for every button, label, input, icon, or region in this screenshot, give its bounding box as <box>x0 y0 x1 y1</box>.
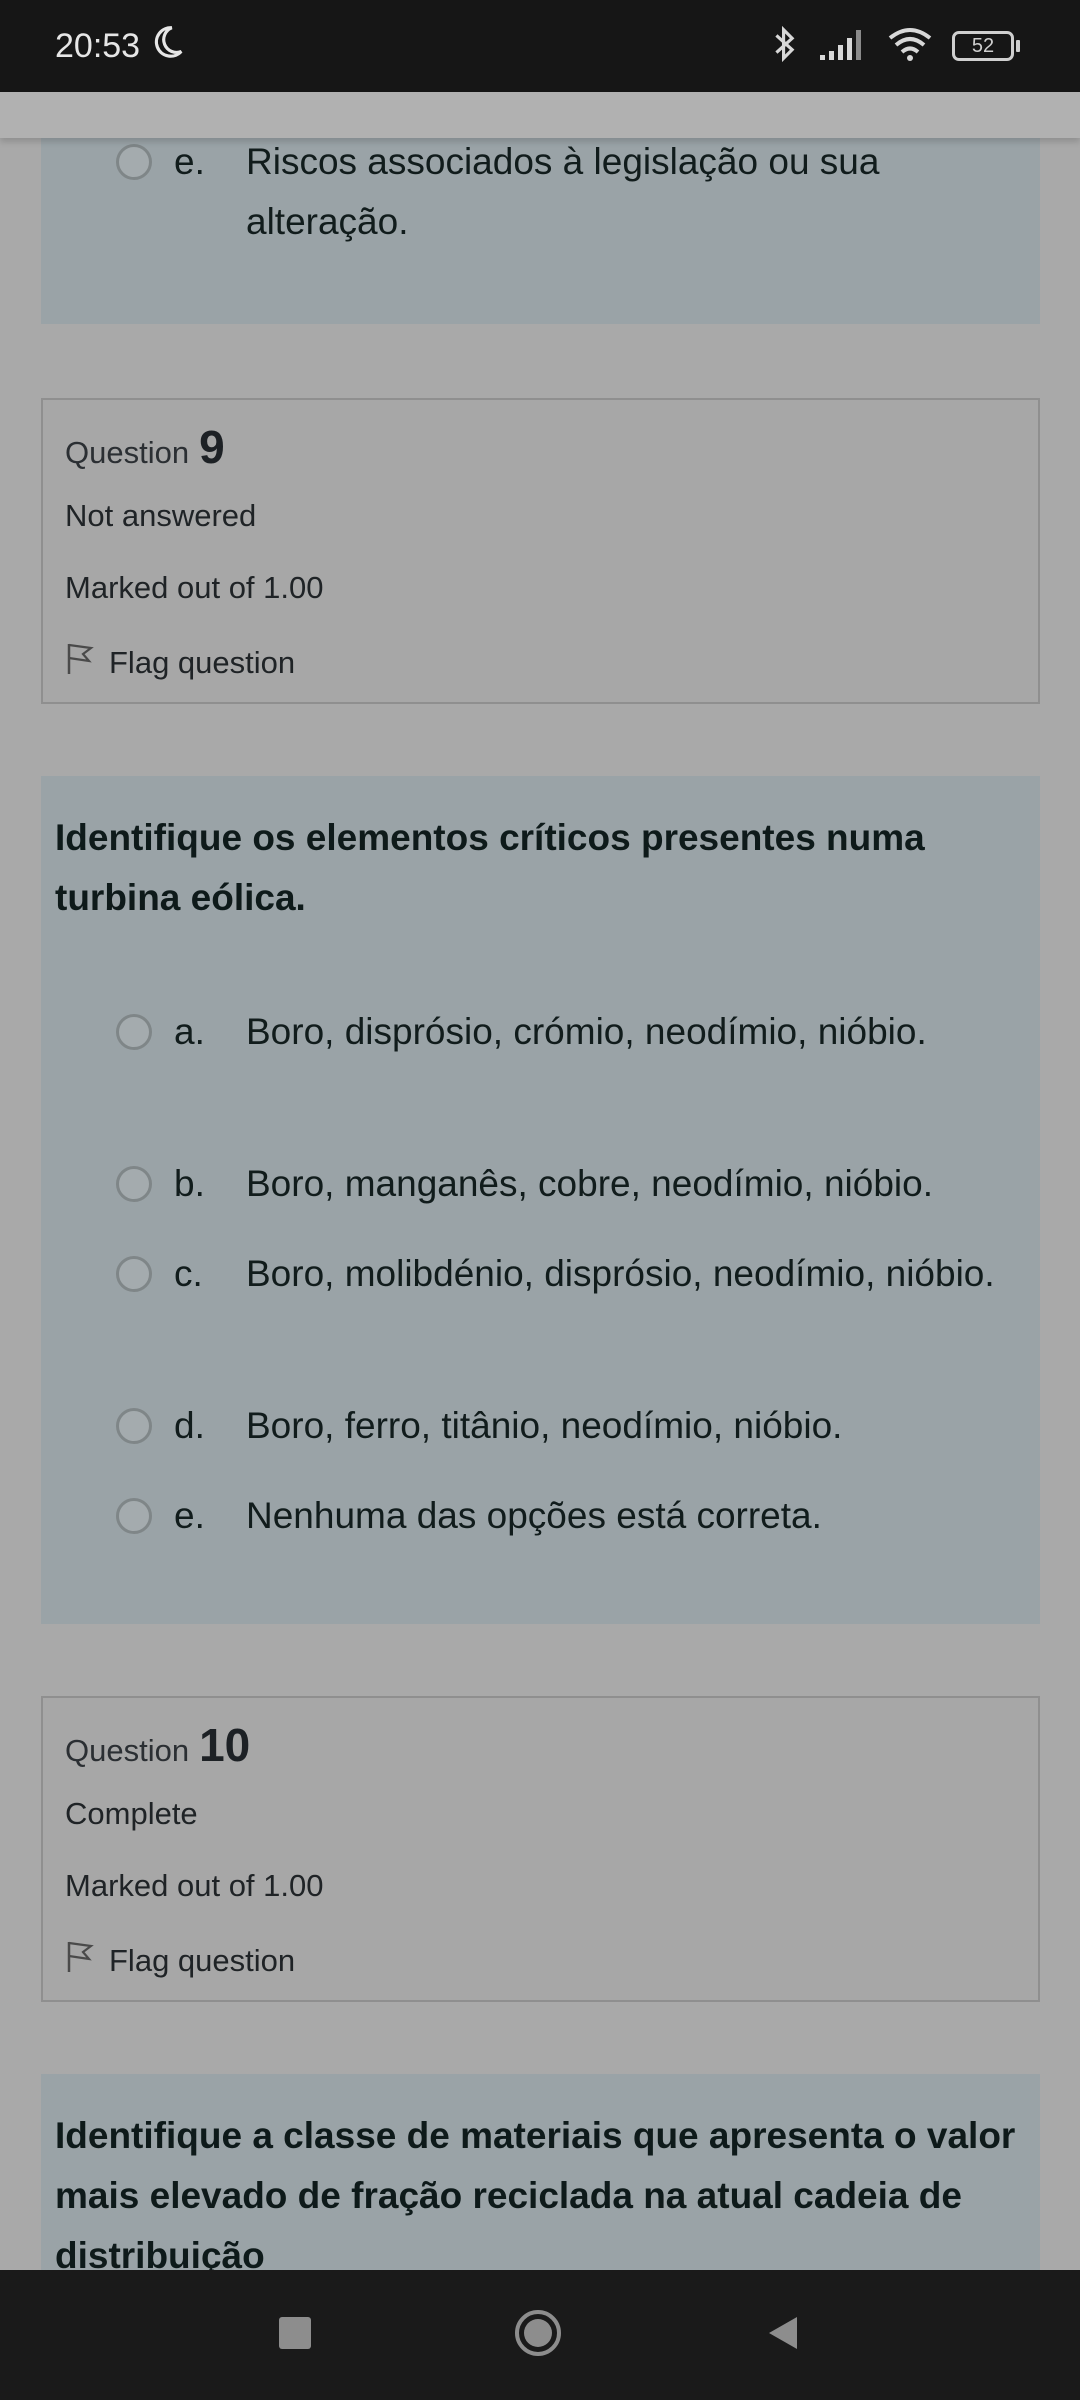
option-letter: c. <box>174 1253 203 1294</box>
radio-button[interactable] <box>116 1256 152 1292</box>
q9-option-e[interactable]: e. Nenhuma das opções está correta. <box>76 1486 1040 1546</box>
radio-button[interactable] <box>116 1166 152 1202</box>
option-text: Boro, ferro, titânio, neodímio, nióbio. <box>246 1405 843 1446</box>
q8-option-e[interactable]: e. Riscos associados à legislação ou sua… <box>76 132 1040 252</box>
q9-prompt: Identifique os elementos críticos presen… <box>55 817 925 918</box>
quiz-content[interactable]: e. Riscos associados à legislação ou sua… <box>0 92 1080 2270</box>
option-letter: b. <box>174 1163 205 1204</box>
radio-button[interactable] <box>116 1408 152 1444</box>
q9-option-a[interactable]: a. Boro, disprósio, crómio, neodímio, ni… <box>76 1002 1040 1062</box>
flag-question-link[interactable]: Flag question <box>65 642 1016 684</box>
bluetooth-icon <box>770 24 800 69</box>
option-letter: d. <box>174 1405 205 1446</box>
flag-label: Flag question <box>109 645 296 680</box>
app-header <box>0 92 1080 138</box>
flag-icon <box>65 1940 95 1982</box>
question-mark: Marked out of 1.00 <box>65 570 324 605</box>
radio-button[interactable] <box>116 1498 152 1534</box>
q9-info: Question 9 Not answered Marked out of 1.… <box>41 398 1040 704</box>
signal-icon <box>818 27 868 66</box>
question-label: Question <box>65 435 190 470</box>
question-state: Complete <box>65 1796 198 1831</box>
q9-option-d[interactable]: d. Boro, ferro, titânio, neodímio, nióbi… <box>76 1396 1040 1456</box>
recents-square-icon[interactable] <box>277 2315 313 2356</box>
option-text: Nenhuma das opções está correta. <box>246 1495 822 1536</box>
moon-icon <box>148 23 186 70</box>
wifi-icon <box>886 26 934 67</box>
system-nav-bar <box>0 2270 1080 2400</box>
home-circle-icon[interactable] <box>513 2308 563 2363</box>
question-state: Not answered <box>65 498 257 533</box>
option-text: Boro, disprósio, crómio, neodímio, nióbi… <box>246 1011 927 1052</box>
option-text: Riscos associados à legislação ou sua al… <box>246 141 880 242</box>
option-letter: a. <box>174 1011 205 1052</box>
question-label: Question <box>65 1733 190 1768</box>
back-triangle-icon[interactable] <box>763 2313 803 2358</box>
q9-option-b[interactable]: b. Boro, manganês, cobre, neodímio, niób… <box>76 1154 1040 1214</box>
option-text: Boro, molibdénio, disprósio, neodímio, n… <box>246 1253 995 1294</box>
radio-button[interactable] <box>116 144 152 180</box>
radio-button[interactable] <box>116 1014 152 1050</box>
question-mark: Marked out of 1.00 <box>65 1868 324 1903</box>
flag-icon <box>65 642 95 684</box>
battery-icon: 52 <box>952 31 1020 61</box>
question-number: 9 <box>199 421 225 473</box>
battery-level: 52 <box>952 31 1014 61</box>
flag-label: Flag question <box>109 1943 296 1978</box>
q10-info: Question 10 Complete Marked out of 1.00 … <box>41 1696 1040 2002</box>
q9-option-c[interactable]: c. Boro, molibdénio, disprósio, neodímio… <box>76 1244 1040 1304</box>
option-text: Boro, manganês, cobre, neodímio, nióbio. <box>246 1163 933 1204</box>
status-time: 20:53 <box>55 26 141 65</box>
status-bar: 20:53 52 <box>0 0 1080 92</box>
q10-prompt: Identifique a classe de materiais que ap… <box>55 2115 1016 2270</box>
option-letter: e. <box>174 1495 205 1536</box>
flag-question-link[interactable]: Flag question <box>65 1940 1016 1982</box>
question-number: 10 <box>199 1719 251 1771</box>
option-letter: e. <box>174 141 205 182</box>
